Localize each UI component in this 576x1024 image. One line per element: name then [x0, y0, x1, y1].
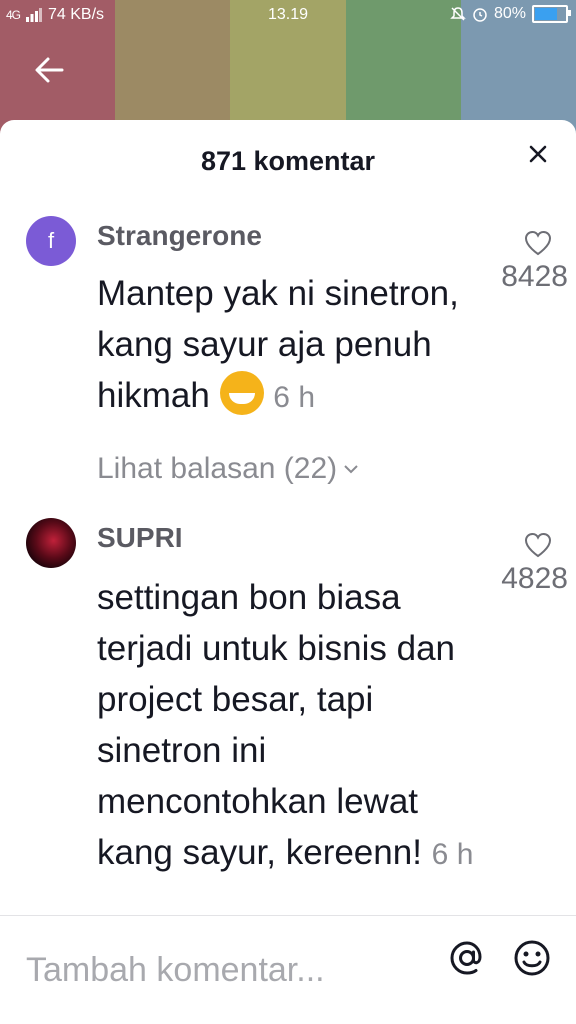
comment-text: settingan bon biasa terjadi untuk bisnis… — [97, 572, 497, 880]
at-sign-icon[interactable] — [447, 938, 487, 978]
battery-percent: 80% — [493, 5, 526, 22]
arrow-left-icon[interactable] — [32, 52, 68, 88]
comment-body: settingan bon biasa terjadi untuk bisnis… — [97, 578, 455, 872]
comment-username[interactable]: SUPRI — [97, 522, 183, 554]
comment-text: Mantep yak ni sinetron, kang sayur aja p… — [97, 268, 497, 423]
comment-time: 6 h — [431, 838, 474, 871]
notification-off-icon — [450, 7, 466, 21]
avatar[interactable]: f — [26, 216, 76, 266]
close-icon[interactable] — [526, 142, 550, 166]
heart-outline-icon[interactable] — [524, 532, 552, 558]
smiley-icon[interactable] — [512, 938, 552, 978]
chevron-down-icon — [344, 465, 358, 474]
like-count: 4828 — [501, 562, 568, 595]
comment-input[interactable] — [26, 950, 426, 990]
comment-count-title: 871 komentar — [200, 146, 376, 176]
like-count: 8428 — [501, 260, 568, 293]
battery-icon — [532, 5, 571, 23]
battery-level — [535, 8, 558, 20]
avatar[interactable] — [26, 518, 76, 568]
status-bar: 4G 74 KB/s 13.19 80% — [0, 0, 576, 30]
alarm-icon — [473, 8, 487, 22]
view-replies-button[interactable]: Lihat balasan (22) — [97, 452, 359, 486]
heart-outline-icon[interactable] — [524, 230, 552, 256]
comment-input-bar — [0, 916, 576, 1024]
status-right: 80% — [450, 5, 571, 23]
grinning-sweat-emoji-icon — [219, 371, 264, 415]
comment-username[interactable]: Strangerone — [97, 220, 262, 252]
view-replies-label: Lihat balasan (22) — [97, 452, 338, 485]
comment-time: 6 h — [273, 381, 316, 414]
avatar-letter: f — [47, 228, 55, 253]
